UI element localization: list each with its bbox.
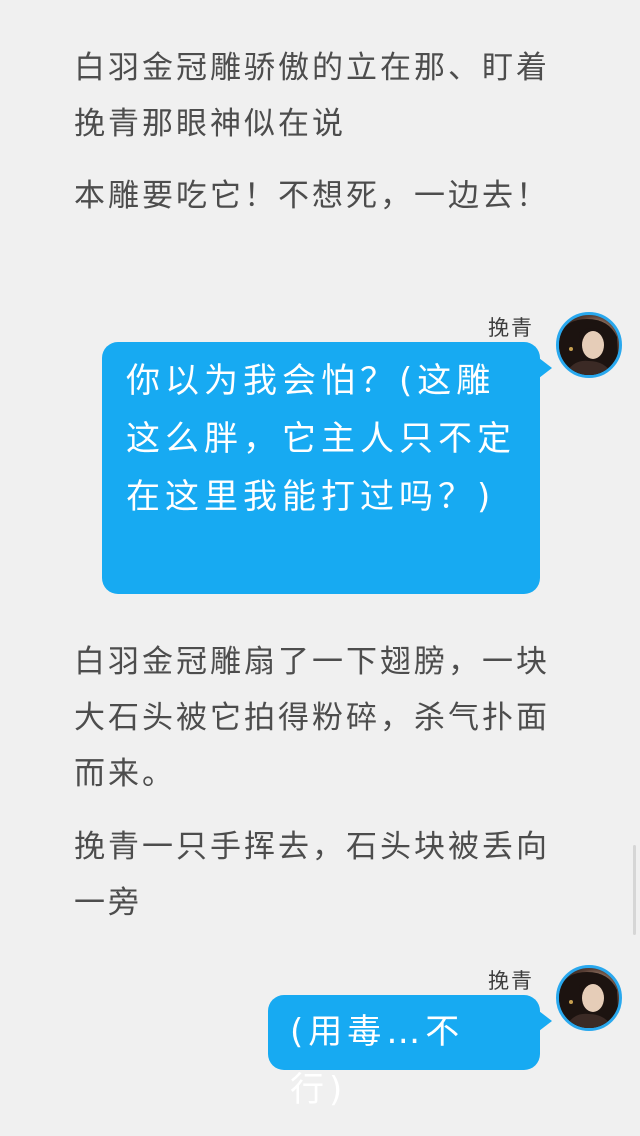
narration-paragraph: 白羽金冠雕扇了一下翅膀，一块大石头被它拍得粉碎，杀气扑面而来。 (74, 644, 550, 792)
scrollbar[interactable] (633, 845, 636, 935)
speaker-name: 挽青 (488, 316, 534, 340)
narration-paragraph: 本雕要吃它！不想死，一边去！ (74, 178, 550, 214)
narration-paragraph: 白羽金冠雕骄傲的立在那、盯着挽青那眼神似在说 (74, 50, 550, 142)
speaker-name: 挽青 (488, 969, 534, 993)
chat-bubble[interactable]: (用毒…不行) (268, 995, 552, 1110)
chat-bubble[interactable]: 你以为我会怕？(这雕这么胖，它主人只不定在这里我能打过吗？) (102, 342, 552, 594)
avatar-image (559, 319, 619, 375)
avatar-portrait-icon[interactable] (556, 312, 622, 378)
avatar-portrait-icon[interactable] (556, 965, 622, 1031)
avatar-image (559, 972, 619, 1028)
narration-paragraph: 挽青一只手挥去，石头块被丢向一旁 (74, 829, 550, 921)
